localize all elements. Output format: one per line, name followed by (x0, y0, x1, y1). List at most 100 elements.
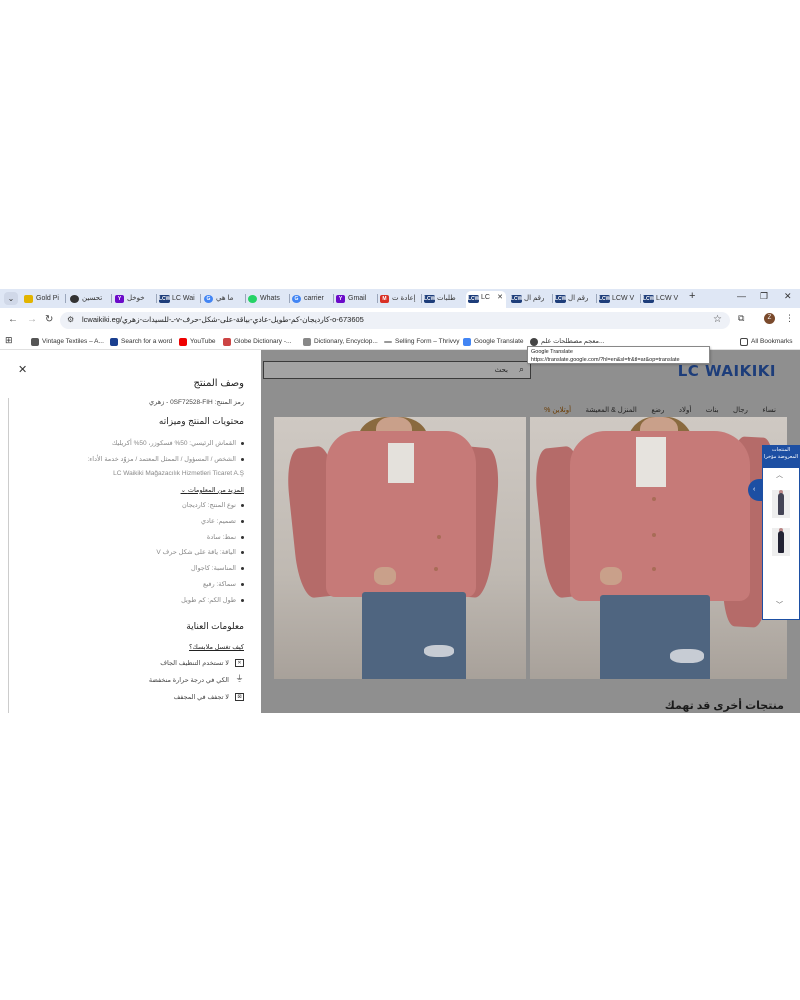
bookmark-favicon (303, 338, 311, 346)
tab-item[interactable]: LCW رقم ال (555, 292, 595, 306)
no-dry-clean-icon: ✕ (235, 659, 244, 668)
tab-item[interactable]: LCW LC Wai (159, 292, 199, 306)
yahoo-tab-icon: Y (336, 295, 345, 303)
tab-item[interactable]: Gcarrier (292, 292, 332, 306)
tab-separator (111, 294, 112, 303)
product-image-front[interactable] (530, 417, 787, 679)
tab-item[interactable]: LCW رقم ال (511, 292, 551, 306)
care-link[interactable]: كيف تغسل ملابسك؟ (189, 643, 244, 651)
bookmark-item[interactable]: Search for a word (110, 336, 172, 348)
tab-item[interactable]: Gold Pi (24, 292, 64, 306)
nav-men[interactable]: رجال (733, 406, 748, 414)
button-shape (652, 533, 656, 537)
care-heading: معلومات العناية (186, 621, 244, 631)
tab-item[interactable]: LCW طلبات (424, 292, 464, 306)
bookmark-star-icon[interactable]: ☆ (713, 314, 722, 325)
recently-viewed-title: المنتجات المعروضة مؤخرا (763, 446, 799, 468)
lcw-tab-icon: LCW (468, 295, 480, 303)
nav-women[interactable]: نساء (762, 406, 776, 414)
tab-item[interactable]: M إعادة ت (380, 292, 420, 306)
button-shape (652, 567, 656, 571)
tab-separator (596, 294, 597, 303)
chevron-down-icon[interactable]: ﹀ (776, 600, 783, 610)
close-tab-icon[interactable]: ✕ (497, 291, 503, 305)
hand-shape (600, 567, 622, 585)
tab-search-button[interactable]: ⌄ (4, 292, 18, 305)
bullet-icon (241, 503, 244, 507)
nav-boys[interactable]: أولاد (679, 406, 691, 414)
tab-item[interactable]: Whats (248, 292, 288, 306)
menu-icon[interactable]: ⋮ (785, 313, 794, 324)
bookmark-item[interactable]: Vintage Textiles – A... (31, 336, 104, 348)
tab-item[interactable]: Y Gmail (336, 292, 376, 306)
whatsapp-tab-icon (248, 295, 257, 303)
apps-icon[interactable]: ⊞ (5, 334, 13, 346)
feature-item: LC Waikiki Mağazacılık Hizmetleri Ticare… (113, 470, 244, 477)
hand-shape (374, 567, 396, 585)
profile-avatar[interactable]: Z (764, 313, 775, 324)
more-products-heading: منتجات أخرى قد تهمك (664, 700, 784, 712)
bookmark-item[interactable]: Google Translate (463, 336, 524, 348)
recent-product-thumb[interactable] (772, 528, 790, 556)
drawer-scrollbar[interactable] (8, 398, 9, 713)
tab-item[interactable]: تحسين (70, 292, 110, 306)
lcw-tab-icon: LCW (511, 295, 523, 303)
lcw-tab-icon: LCW (599, 295, 611, 303)
extensions-icon[interactable]: ⧉ (738, 313, 744, 324)
bookmark-item[interactable]: Globe Dictionary -... (223, 336, 291, 348)
minimize-icon[interactable]: — (737, 291, 746, 301)
button-shape (434, 567, 438, 571)
product-page: بحث ⌕ LC WAIKIKI نساء رجال بنات أولاد رض… (261, 350, 800, 713)
bookmark-item[interactable]: YouTube (179, 336, 216, 348)
iron-icon: ⏚ (235, 674, 244, 684)
tab-active[interactable]: LCW LC ✕ (466, 291, 506, 308)
site-logo[interactable]: LC WAIKIKI (678, 362, 776, 380)
bullet-icon (241, 441, 244, 445)
all-bookmarks[interactable]: All Bookmarks (740, 336, 793, 348)
bookmark-item[interactable]: Dictionary, Encyclop... (303, 336, 378, 348)
bullet-icon (241, 550, 244, 554)
restore-icon[interactable]: ❐ (760, 291, 768, 302)
tab-item[interactable]: G ما هي (204, 292, 244, 306)
tab-bar: ⌄ Gold Pi تحسين Y خوخل LCW LC Wai G ما هي W… (0, 289, 800, 308)
search-icon[interactable]: ⌕ (519, 364, 524, 375)
chevron-up-icon[interactable]: ︿ (776, 470, 783, 480)
nav-babies[interactable]: رضع (651, 406, 664, 414)
care-item: ✕لا تستخدم التنظيف الجاف (160, 659, 244, 668)
bookmark-item[interactable]: Selling Form – Thrivvy (384, 336, 460, 348)
tab-separator (377, 294, 378, 303)
forward-icon[interactable]: → (27, 314, 37, 325)
recent-product-thumb[interactable] (772, 490, 790, 518)
close-window-icon[interactable]: ✕ (784, 291, 792, 302)
detail-item: سماكة: رفيع (203, 580, 244, 588)
lcw-tab-icon: LCW (159, 295, 171, 303)
site-info-icon[interactable]: ⚙ (67, 315, 74, 324)
browser-window: ⌄ Gold Pi تحسين Y خوخل LCW LC Wai G ما هي W… (0, 289, 800, 713)
detail-item: نمط: سادة (207, 533, 244, 541)
url-text[interactable]: lcwaikiki.eg/ـ-للسيدات-زهري-v-كارديجان-ك… (82, 315, 364, 324)
close-icon[interactable]: ✕ (18, 363, 27, 376)
tab-item[interactable]: LCW LCW V (643, 292, 683, 306)
bullet-icon (241, 457, 244, 461)
browser-toolbar: ← → ↻ ⚙ lcwaikiki.eg/ـ-للسيدات-زهري-v-كا… (0, 308, 800, 334)
bullet-icon (241, 519, 244, 523)
back-icon[interactable]: ← (8, 314, 18, 325)
contents-heading: محتويات المنتج وميزاته (158, 416, 244, 426)
folder-icon (740, 338, 748, 346)
tab-item[interactable]: Y خوخل (115, 292, 155, 306)
bookmark-favicon (223, 338, 231, 346)
tab-item[interactable]: LCW LCW V (599, 292, 639, 306)
nav-home[interactable]: المنزل & المعيشة (586, 406, 637, 414)
nav-outlet[interactable]: أوتلاين % (544, 406, 571, 414)
bookmark-tooltip: Google Translate https://translate.googl… (527, 346, 710, 364)
tab-separator (289, 294, 290, 303)
more-info-toggle[interactable]: المزيد من المعلومات ⌄ (181, 486, 244, 494)
address-bar[interactable]: ⚙ lcwaikiki.eg/ـ-للسيدات-زهري-v-كارديجان… (60, 312, 730, 329)
search-input[interactable]: بحث ⌕ (263, 361, 531, 379)
nav-girls[interactable]: بنات (706, 406, 719, 414)
reload-icon[interactable]: ↻ (45, 314, 53, 325)
tab-separator (200, 294, 201, 303)
new-tab-button[interactable]: + (689, 290, 695, 302)
product-image-back[interactable] (274, 417, 526, 679)
bookmark-favicon (110, 338, 118, 346)
